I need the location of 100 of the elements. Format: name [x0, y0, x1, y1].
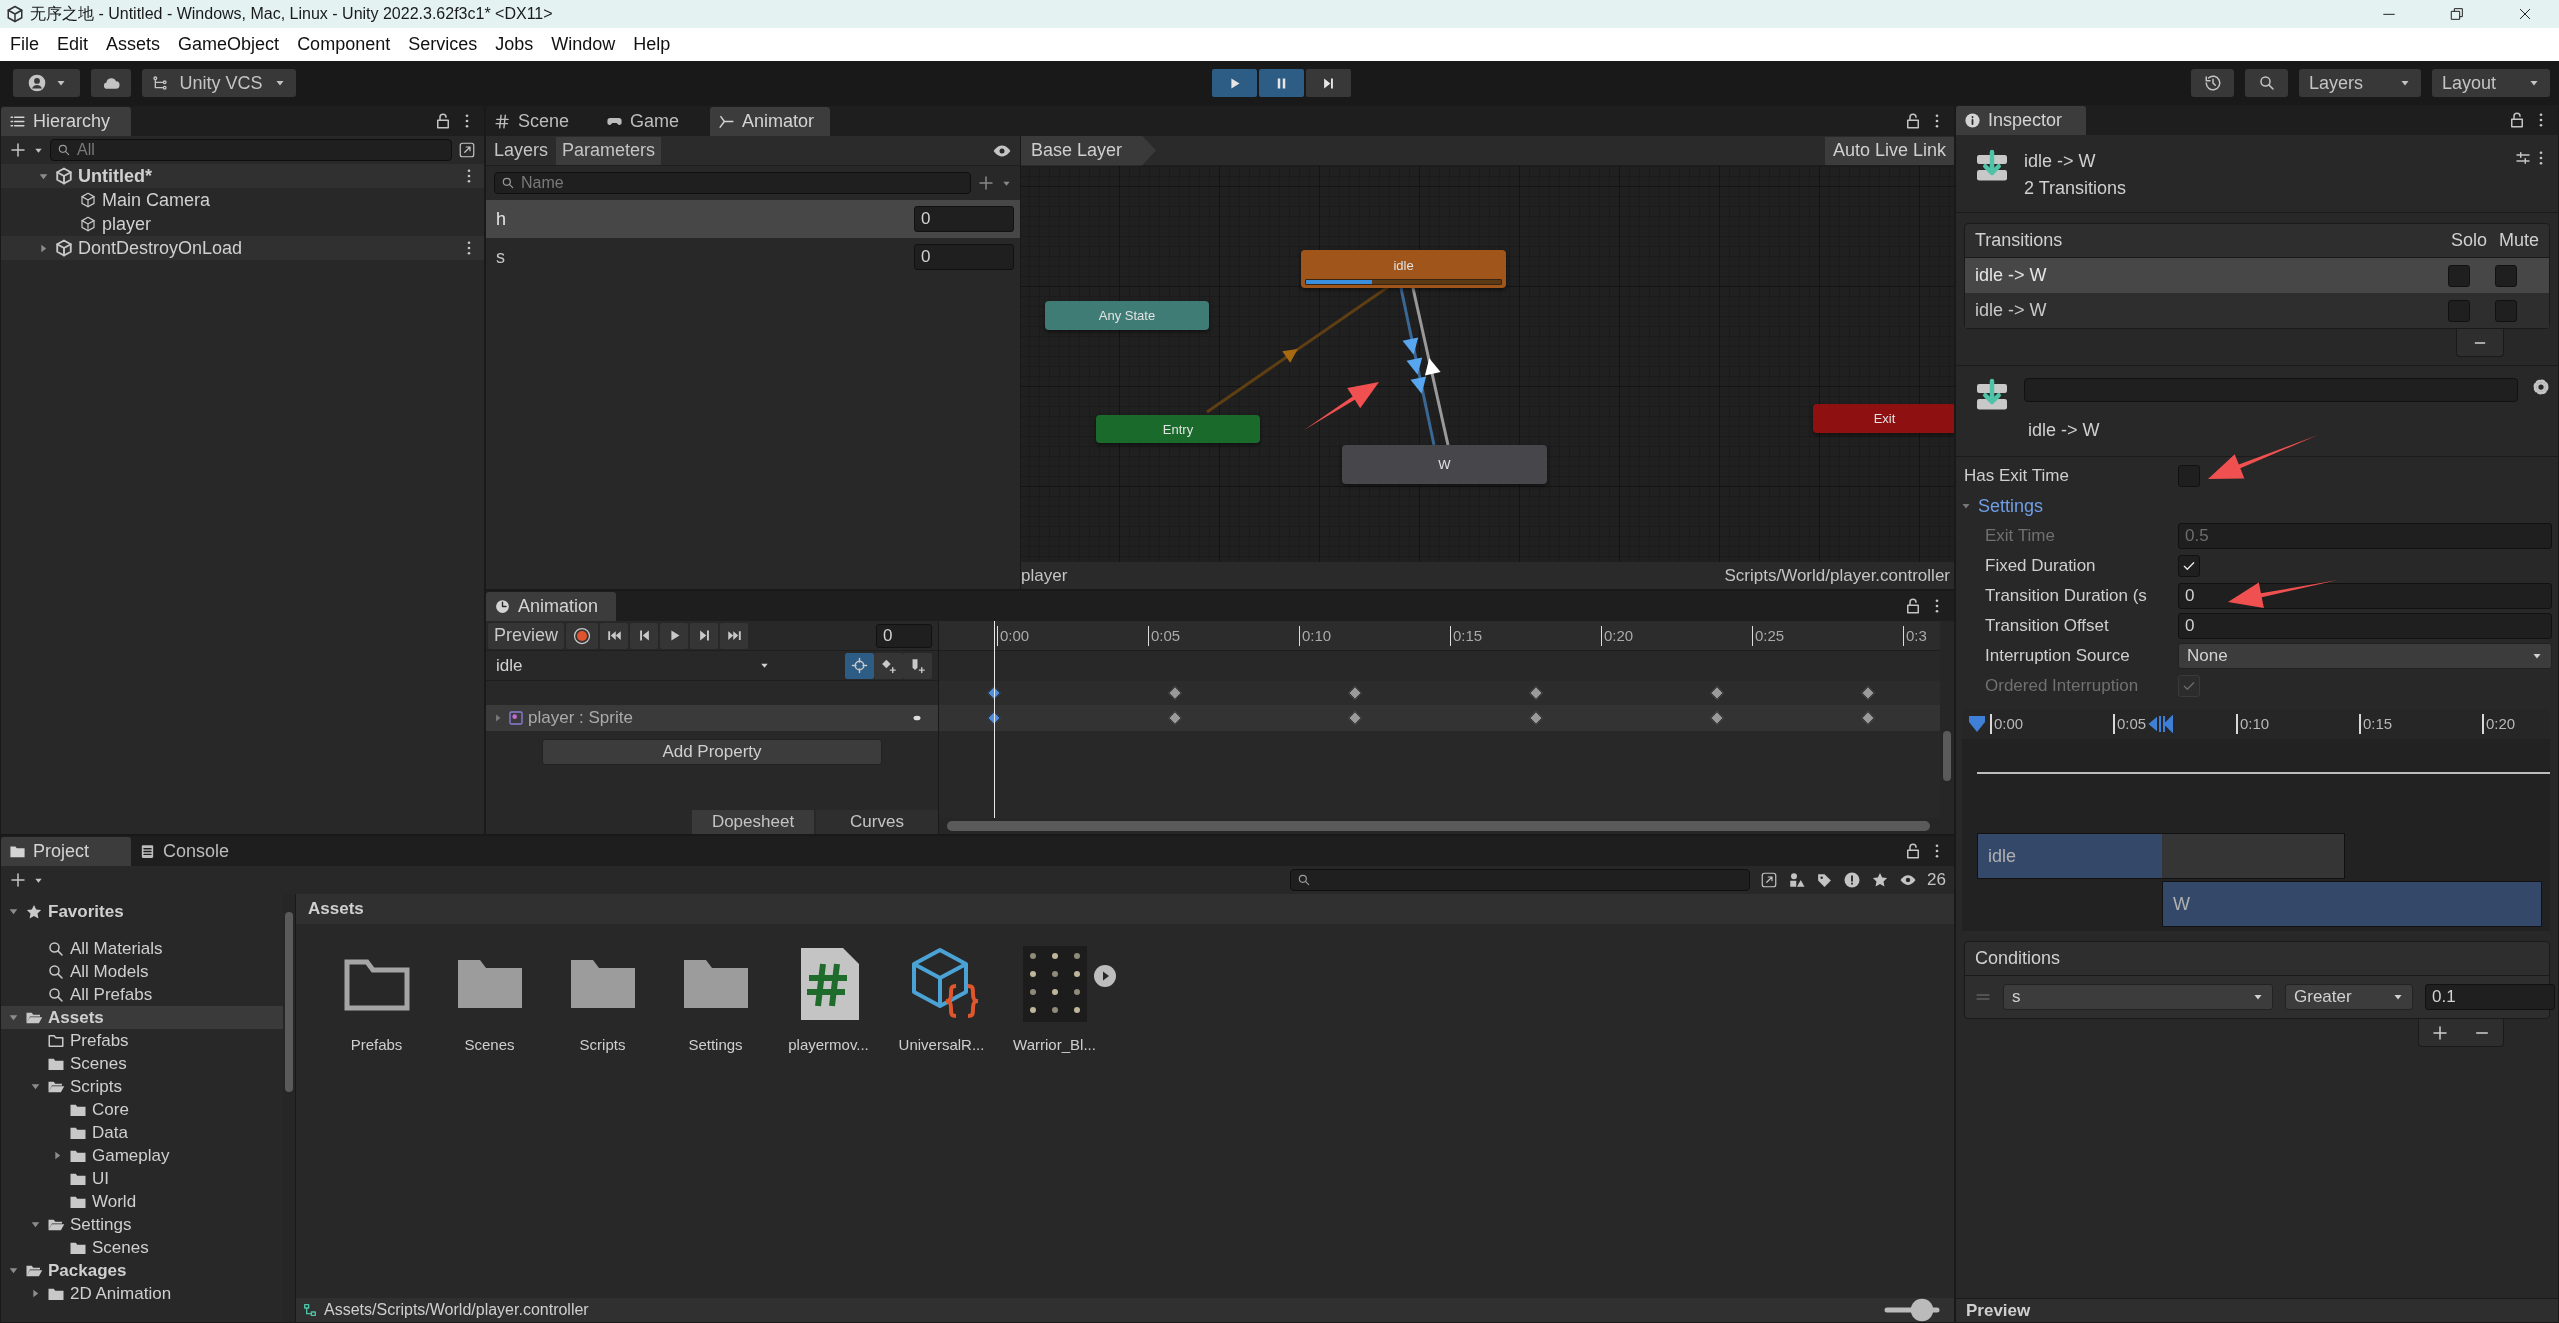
expand-icon[interactable]: [458, 141, 476, 159]
view-tab[interactable]: Curves: [816, 810, 938, 834]
panel-tab[interactable]: Animation: [486, 592, 616, 621]
tree-item[interactable]: Assets: [1, 1006, 283, 1029]
cloud-button[interactable]: [91, 69, 131, 97]
state-node[interactable]: W: [1342, 445, 1547, 484]
add-property-button[interactable]: Add Property: [542, 739, 882, 765]
menu-item[interactable]: Assets: [97, 34, 170, 55]
parameter-value-field[interactable]: 0: [914, 244, 1014, 270]
asset-name[interactable]: playermov...: [788, 1036, 869, 1053]
menu-item[interactable]: Help: [624, 34, 680, 55]
transition-arrow[interactable]: [1399, 287, 1436, 446]
tree-item[interactable]: Scenes: [1, 1052, 283, 1075]
settings-foldout[interactable]: Settings: [1960, 495, 2044, 517]
solo-checkbox[interactable]: [2448, 264, 2470, 287]
crosshair-button[interactable]: [845, 652, 874, 679]
checkbox[interactable]: [2178, 555, 2200, 577]
solo-checkbox[interactable]: [2448, 299, 2470, 322]
mute-checkbox[interactable]: [2495, 264, 2517, 287]
tree-item[interactable]: Scripts: [1, 1075, 283, 1098]
lock-icon[interactable]: [2508, 111, 2526, 129]
transition-arrow[interactable]: [1411, 287, 1450, 446]
asset-name[interactable]: UniversalR...: [898, 1036, 985, 1053]
property-name[interactable]: player : Sprite: [528, 708, 633, 728]
state-node[interactable]: idle: [1301, 250, 1506, 288]
add-event-button[interactable]: [903, 652, 932, 679]
asset-name[interactable]: Scripts: [579, 1036, 626, 1053]
transition-row[interactable]: idle -> W: [1965, 258, 2549, 293]
auto-live-link-button[interactable]: Auto Live Link: [1824, 136, 1954, 165]
tree-item[interactable]: All Prefabs: [1, 983, 283, 1006]
panel-tab[interactable]: Inspector: [1956, 106, 2086, 135]
menu-item[interactable]: File: [1, 34, 48, 55]
menu-item[interactable]: Edit: [48, 34, 98, 55]
asset-name[interactable]: Scenes: [464, 1036, 515, 1053]
next-frame-button[interactable]: [690, 622, 719, 649]
pause-button[interactable]: [1259, 69, 1304, 97]
panel-tab[interactable]: Console: [131, 837, 246, 866]
lock-icon[interactable]: [434, 112, 452, 130]
play-button[interactable]: [1212, 69, 1257, 97]
tree-item[interactable]: Data: [1, 1121, 283, 1144]
first-frame-button[interactable]: [600, 622, 629, 649]
clip-bar[interactable]: W: [2162, 881, 2542, 927]
asset-name[interactable]: Settings: [688, 1036, 743, 1053]
menu-item[interactable]: Window: [542, 34, 625, 55]
search-field[interactable]: [1290, 869, 1751, 891]
panel-tab[interactable]: Hierarchy: [1, 107, 131, 136]
tree-item[interactable]: Settings: [1, 1213, 283, 1236]
tree-item[interactable]: All Models: [1, 960, 283, 983]
lock-icon[interactable]: [1904, 842, 1922, 860]
menu-item[interactable]: Jobs: [486, 34, 543, 55]
lock-icon[interactable]: [1904, 112, 1922, 130]
tree-item[interactable]: Favorites: [1, 900, 283, 923]
tree-item[interactable]: Packages: [1, 1259, 283, 1282]
parameter-row[interactable]: h 0: [486, 200, 1020, 238]
layers-dropdown[interactable]: Layers: [2299, 69, 2421, 97]
plus-icon[interactable]: [9, 871, 27, 889]
search-field[interactable]: Name: [494, 172, 971, 194]
comparison-dropdown[interactable]: Greater: [2285, 984, 2413, 1010]
game-object-name[interactable]: player: [102, 213, 152, 235]
preview-button[interactable]: Preview: [488, 622, 565, 649]
panel-tab[interactable]: Scene: [486, 107, 598, 136]
menu-item[interactable]: GameObject: [169, 34, 289, 55]
folder-breadcrumb[interactable]: Assets: [296, 894, 1954, 924]
sub-tab[interactable]: Layers: [488, 136, 555, 165]
tree-item[interactable]: 2D Animation: [1, 1282, 283, 1305]
dropdown[interactable]: None: [2178, 643, 2552, 669]
lock-icon[interactable]: [1904, 597, 1922, 615]
frame-field[interactable]: 0: [876, 623, 932, 648]
tree-item[interactable]: Scenes: [1, 1236, 283, 1259]
version-control-button[interactable]: Unity VCS: [142, 69, 296, 97]
last-frame-button[interactable]: [720, 622, 749, 649]
search-button[interactable]: [2245, 69, 2288, 97]
layout-dropdown[interactable]: Layout: [2432, 69, 2550, 97]
previous-frame-button[interactable]: [630, 622, 659, 649]
panel-tab[interactable]: Animator: [710, 107, 831, 136]
history-button[interactable]: [2191, 69, 2234, 97]
menu-item[interactable]: Component: [288, 34, 400, 55]
panel-tab[interactable]: Project: [1, 837, 131, 866]
number-field[interactable]: 0: [2178, 613, 2552, 639]
asset-name[interactable]: Prefabs: [350, 1036, 403, 1053]
state-node[interactable]: Entry: [1096, 415, 1260, 443]
state-node[interactable]: Any State: [1045, 301, 1209, 330]
number-field[interactable]: 0: [2178, 583, 2552, 609]
tree-item[interactable]: Gameplay: [1, 1144, 283, 1167]
tree-item[interactable]: World: [1, 1190, 283, 1213]
playhead-marker-icon[interactable]: [1968, 715, 1986, 733]
alert-icon[interactable]: [1843, 871, 1862, 889]
clip-bar[interactable]: idle: [1977, 833, 2345, 879]
threshold-field[interactable]: 0.1: [2425, 984, 2555, 1010]
state-node[interactable]: Exit: [1813, 404, 1954, 433]
account-button[interactable]: [13, 69, 80, 97]
star-icon[interactable]: [1871, 871, 1890, 889]
clip-dropdown[interactable]: idle: [488, 652, 778, 679]
tree-item[interactable]: Core: [1, 1098, 283, 1121]
plus-icon[interactable]: [9, 141, 27, 159]
scene-name[interactable]: Untitled*: [78, 165, 152, 187]
record-button[interactable]: [566, 622, 599, 649]
tree-item[interactable]: Prefabs: [1, 1029, 283, 1052]
shapes-icon[interactable]: [1788, 871, 1807, 889]
tree-item[interactable]: UI: [1, 1167, 283, 1190]
